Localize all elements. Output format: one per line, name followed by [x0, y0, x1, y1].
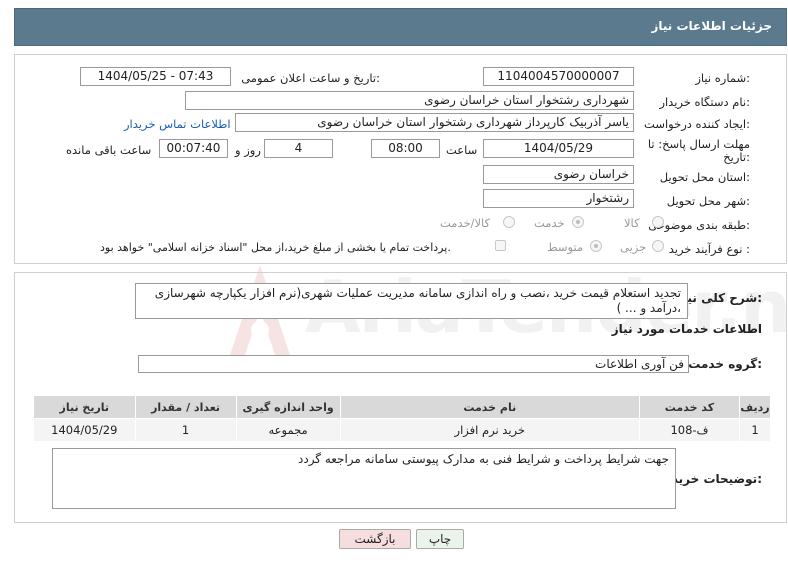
buyer-notes-text: جهت شرایط پرداخت و شرایط فنی به مدارک پی… — [298, 452, 669, 466]
category-radio-service[interactable] — [572, 216, 584, 228]
service-group-label: گروه خدمت: — [688, 357, 762, 371]
col-unit: واحد اندازه گیری — [235, 395, 341, 419]
deadline-label-line1: مهلت ارسال پاسخ: تا — [647, 137, 750, 151]
process-radio-minor[interactable] — [652, 240, 664, 252]
services-section-title: اطلاعات خدمات مورد نیاز — [611, 322, 762, 336]
cell-unit: مجموعه — [235, 418, 341, 442]
requester-label: ایجاد کننده درخواست: — [644, 117, 750, 131]
category-radio-goods[interactable] — [652, 216, 664, 228]
summary-textarea[interactable]: تجدید استعلام قیمت خرید ،نصب و راه انداز… — [135, 283, 688, 319]
col-qty: تعداد / مقدار — [134, 395, 237, 419]
buyer-org-field: شهرداری رشتخوار استان خراسان رضوی — [185, 91, 634, 110]
category-option-goods-service: کالا/خدمت — [440, 216, 491, 230]
process-radio-medium[interactable] — [590, 240, 602, 252]
process-label: نوع فرآیند خرید : — [668, 242, 750, 256]
category-radio-goods-service[interactable] — [503, 216, 515, 228]
remaining-time-field: 00:07:40 — [159, 139, 228, 158]
header-bar: جزئیات اطلاعات نیاز — [14, 8, 787, 46]
col-row: ردیف — [739, 395, 771, 419]
deadline-label-line2: تاریخ: — [723, 150, 750, 164]
print-button[interactable]: چاپ — [416, 529, 464, 549]
page-title: جزئیات اطلاعات نیاز — [651, 19, 772, 33]
deadline-time-field: 08:00 — [371, 139, 440, 158]
cell-name: خرید نرم افزار — [339, 418, 640, 442]
services-table: ردیف کد خدمت نام خدمت واحد اندازه گیری ت… — [33, 395, 771, 442]
cell-date: 1404/05/29 — [33, 418, 136, 442]
summary-label: شرح کلی نیاز: — [676, 291, 762, 305]
city-field: رشتخوار — [483, 189, 634, 208]
need-number-label: شماره نیاز: — [695, 71, 750, 85]
category-option-goods: کالا — [624, 216, 640, 230]
deadline-time-label: ساعت — [446, 143, 478, 157]
summary-text-line2: ،درآمد و ... ) — [616, 301, 681, 315]
cell-code: ف-108 — [638, 418, 741, 442]
treasury-checkbox[interactable] — [495, 240, 506, 251]
buyer-org-label: نام دستگاه خریدار: — [659, 95, 750, 109]
buyer-notes-textarea[interactable]: جهت شرایط پرداخت و شرایط فنی به مدارک پی… — [52, 448, 676, 509]
process-option-medium: متوسط — [547, 240, 584, 254]
requester-field: یاسر آذربیک کارپرداز شهرداری رشتخوار است… — [235, 113, 634, 132]
province-label: استان محل تحویل: — [659, 170, 750, 184]
service-group-field: فن آوری اطلاعات — [138, 355, 689, 373]
announce-date-field: 1404/05/25 - 07:43 — [80, 67, 231, 86]
col-name: نام خدمت — [339, 395, 640, 419]
days-label: روز و — [235, 143, 261, 157]
buyer-contact-link[interactable]: اطلاعات تماس خریدار — [124, 117, 231, 131]
cell-row: 1 — [739, 418, 771, 442]
cell-qty: 1 — [134, 418, 237, 442]
city-label: شهر محل تحویل: — [666, 194, 750, 208]
col-date: تاریخ نیاز — [33, 395, 136, 419]
category-option-service: خدمت — [534, 216, 565, 230]
process-option-minor: جزیی — [620, 240, 647, 254]
table-row: 1 ف-108 خرید نرم افزار مجموعه 1 1404/05/… — [33, 418, 771, 442]
need-number-field: 1104004570000007 — [483, 67, 634, 86]
province-field: خراسان رضوی — [483, 165, 634, 184]
treasury-note: پرداخت تمام یا بخشی از مبلغ خرید،از محل … — [100, 241, 451, 254]
back-button[interactable]: بازگشت — [339, 529, 411, 549]
deadline-date-field: 1404/05/29 — [483, 139, 634, 158]
announce-date-label: تاریخ و ساعت اعلان عمومی: — [241, 71, 380, 85]
summary-text-line1: تجدید استعلام قیمت خرید ،نصب و راه انداز… — [154, 286, 681, 300]
services-table-header: ردیف کد خدمت نام خدمت واحد اندازه گیری ت… — [33, 395, 771, 419]
remaining-days-field: 4 — [264, 139, 333, 158]
remaining-time-label: ساعت باقی مانده — [66, 143, 152, 157]
col-code: کد خدمت — [638, 395, 741, 419]
